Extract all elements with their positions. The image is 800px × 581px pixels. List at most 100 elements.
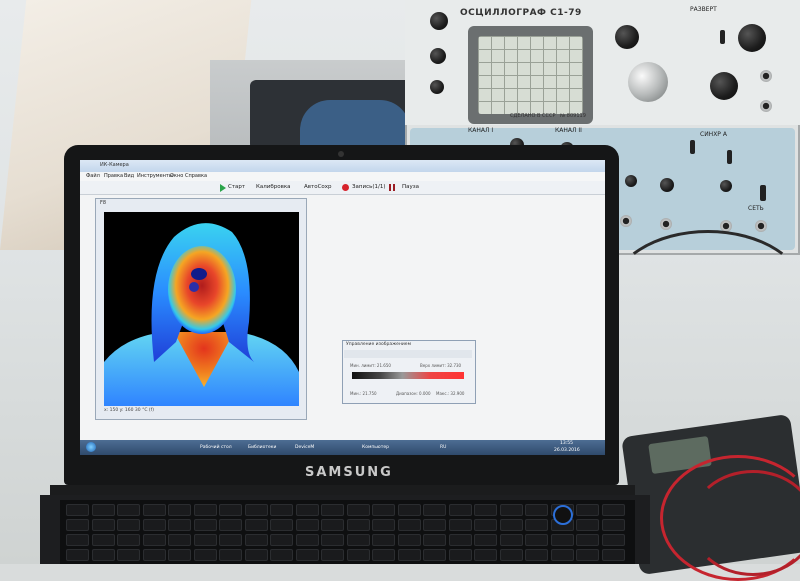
- menu-window[interactable]: Окно: [170, 173, 183, 179]
- keyboard-key[interactable]: [219, 549, 242, 561]
- keyboard-key[interactable]: [244, 504, 268, 516]
- keyboard-key[interactable]: [397, 549, 421, 561]
- start-button[interactable]: Старт: [228, 184, 245, 190]
- palette-range-slider[interactable]: [352, 372, 464, 379]
- record-button[interactable]: Запись(1/1): [352, 184, 385, 190]
- keyboard-key[interactable]: [117, 504, 140, 516]
- keyboard-key[interactable]: [576, 504, 599, 516]
- keyboard-key[interactable]: [321, 519, 344, 531]
- keyboard-key[interactable]: [525, 504, 548, 516]
- keyboard-key[interactable]: [270, 504, 293, 516]
- keyboard-key[interactable]: [474, 534, 497, 546]
- start-button[interactable]: [86, 442, 96, 452]
- keyboard-key[interactable]: [576, 549, 599, 561]
- keyboard-key[interactable]: [372, 519, 395, 531]
- keyboard-key[interactable]: [448, 534, 472, 546]
- keyboard-key[interactable]: [193, 549, 217, 561]
- keyboard-key[interactable]: [525, 519, 548, 531]
- keyboard-key[interactable]: [270, 519, 293, 531]
- keyboard-key[interactable]: [244, 519, 268, 531]
- keyboard-key[interactable]: [295, 519, 319, 531]
- keyboard-key[interactable]: [219, 519, 242, 531]
- keyboard-key[interactable]: [576, 519, 599, 531]
- taskbar-item-desktop[interactable]: Рабочий стол: [200, 445, 232, 450]
- taskbar-item-libraries[interactable]: Библиотеки: [248, 445, 276, 450]
- thermal-image[interactable]: [104, 212, 299, 406]
- keyboard-key[interactable]: [117, 519, 140, 531]
- menu-file[interactable]: Файл: [86, 173, 100, 179]
- keyboard-key[interactable]: [91, 519, 115, 531]
- keyboard-key[interactable]: [474, 519, 497, 531]
- keyboard-key[interactable]: [346, 549, 370, 561]
- keyboard-key[interactable]: [601, 519, 625, 531]
- autosave-button[interactable]: АвтоСохр: [304, 184, 332, 190]
- keyboard-key[interactable]: [423, 519, 446, 531]
- keyboard-key[interactable]: [346, 519, 370, 531]
- keyboard-key[interactable]: [193, 534, 217, 546]
- keyboard-key[interactable]: [117, 549, 140, 561]
- keyboard-key[interactable]: [219, 504, 242, 516]
- keyboard-key[interactable]: [346, 504, 370, 516]
- keyboard-key[interactable]: [66, 519, 89, 531]
- keyboard-key[interactable]: [397, 504, 421, 516]
- keyboard-key[interactable]: [550, 549, 574, 561]
- keyboard-key[interactable]: [193, 519, 217, 531]
- keyboard-key[interactable]: [168, 519, 191, 531]
- keyboard-key[interactable]: [601, 504, 625, 516]
- keyboard-key[interactable]: [91, 504, 115, 516]
- keyboard-key[interactable]: [193, 504, 217, 516]
- keyboard-key[interactable]: [168, 504, 191, 516]
- keyboard-key[interactable]: [423, 534, 446, 546]
- taskbar-item-computer[interactable]: Компьютер: [362, 445, 389, 450]
- keyboard-key[interactable]: [423, 504, 446, 516]
- keyboard-key[interactable]: [448, 549, 472, 561]
- menu-tools[interactable]: Инструменты: [137, 173, 173, 179]
- keyboard-key[interactable]: [66, 549, 89, 561]
- keyboard-key[interactable]: [66, 504, 89, 516]
- keyboard-key[interactable]: [321, 549, 344, 561]
- keyboard-key[interactable]: [142, 504, 166, 516]
- keyboard-key[interactable]: [474, 504, 497, 516]
- record-icon[interactable]: [342, 184, 349, 191]
- play-icon[interactable]: [220, 184, 226, 192]
- keyboard-key[interactable]: [91, 549, 115, 561]
- keyboard-key[interactable]: [270, 549, 293, 561]
- keyboard-key[interactable]: [295, 549, 319, 561]
- keyboard-key[interactable]: [142, 549, 166, 561]
- language-indicator[interactable]: RU: [440, 445, 446, 450]
- keyboard-key[interactable]: [321, 534, 344, 546]
- pause-icon[interactable]: [389, 184, 395, 191]
- keyboard-key[interactable]: [66, 534, 89, 546]
- keyboard-key[interactable]: [499, 534, 523, 546]
- keyboard-key[interactable]: [244, 534, 268, 546]
- menu-help[interactable]: Справка: [185, 173, 207, 179]
- keyboard-key[interactable]: [576, 534, 599, 546]
- keyboard-key[interactable]: [550, 534, 574, 546]
- keyboard-key[interactable]: [321, 504, 344, 516]
- menu-edit[interactable]: Правка: [104, 173, 123, 179]
- keyboard-key[interactable]: [474, 549, 497, 561]
- keyboard-key[interactable]: [525, 534, 548, 546]
- keyboard-key[interactable]: [448, 504, 472, 516]
- keyboard-key[interactable]: [601, 534, 625, 546]
- keyboard-key[interactable]: [270, 534, 293, 546]
- keyboard-key[interactable]: [601, 549, 625, 561]
- keyboard-key[interactable]: [117, 534, 140, 546]
- keyboard-key[interactable]: [448, 519, 472, 531]
- keyboard-key[interactable]: [397, 534, 421, 546]
- pause-button[interactable]: Пауза: [402, 184, 419, 190]
- keyboard-key[interactable]: [499, 549, 523, 561]
- keyboard-key[interactable]: [499, 519, 523, 531]
- keyboard-key[interactable]: [372, 504, 395, 516]
- keyboard-key[interactable]: [499, 504, 523, 516]
- keyboard-key[interactable]: [168, 534, 191, 546]
- keyboard-key[interactable]: [142, 519, 166, 531]
- keyboard-key[interactable]: [372, 549, 395, 561]
- menu-view[interactable]: Вид: [124, 173, 134, 179]
- keyboard-key[interactable]: [525, 549, 548, 561]
- keyboard-key[interactable]: [91, 534, 115, 546]
- keyboard-key[interactable]: [142, 534, 166, 546]
- calibration-button[interactable]: Калибровка: [256, 184, 291, 190]
- taskbar-item-devicem[interactable]: DeviceM: [295, 445, 314, 450]
- keyboard-key[interactable]: [423, 549, 446, 561]
